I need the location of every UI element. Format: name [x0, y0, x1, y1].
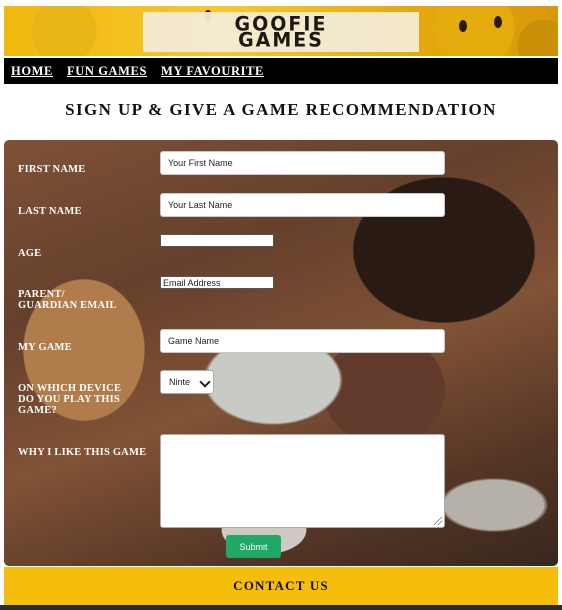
logo-line-2: GAMES	[238, 28, 324, 52]
nav-fun-games-link[interactable]: FUN GAMES	[67, 64, 147, 79]
email-label-line-1: PARENT/	[18, 289, 65, 300]
device-label-line-1: ON WHICH DEVICE	[18, 383, 122, 394]
main-nav: HOME FUN GAMES MY FAVOURITE	[4, 58, 558, 84]
age-label: AGE	[18, 248, 42, 259]
game-name-field[interactable]: Game Name	[160, 329, 445, 353]
contact-us-footer[interactable]: CONTACT US	[4, 567, 558, 605]
banner-decor	[459, 20, 467, 32]
first-name-field[interactable]: Your First Name	[160, 151, 445, 175]
nav-my-favourite-link[interactable]: MY FAVOURITE	[161, 64, 264, 79]
nav-home-link[interactable]: HOME	[11, 64, 53, 79]
device-selected-value: Ninte	[169, 377, 191, 387]
device-label-line-3: GAME?	[18, 405, 57, 416]
signup-form: FIRST NAME Your First Name LAST NAME You…	[4, 140, 558, 566]
banner-decor	[494, 16, 502, 28]
resize-grip-icon[interactable]	[434, 517, 442, 525]
header-banner: GOOFIE GAMES	[4, 6, 558, 56]
submit-button[interactable]: Submit	[226, 535, 281, 558]
email-label-line-2: GUARDIAN EMAIL	[18, 300, 117, 311]
device-label-line-2: DO YOU PLAY THIS	[18, 394, 120, 405]
last-name-placeholder: Your Last Name	[168, 200, 233, 210]
site-logo[interactable]: GOOFIE GAMES	[143, 12, 419, 52]
why-label: WHY I LIKE THIS GAME	[18, 447, 147, 458]
chevron-down-icon	[199, 376, 211, 388]
last-name-label: LAST NAME	[18, 206, 82, 217]
first-name-placeholder: Your First Name	[168, 158, 233, 168]
footer-label: CONTACT US	[233, 578, 329, 593]
last-name-field[interactable]: Your Last Name	[160, 193, 445, 217]
first-name-label: FIRST NAME	[18, 164, 86, 175]
why-textarea[interactable]	[160, 434, 445, 528]
game-name-placeholder: Game Name	[168, 336, 220, 346]
email-field[interactable]: Email Address	[160, 276, 274, 289]
my-game-label: MY GAME	[18, 342, 72, 353]
email-placeholder: Email Address	[163, 277, 221, 288]
device-select[interactable]: Ninte	[160, 370, 214, 394]
page-title: SIGN UP & GIVE A GAME RECOMMENDATION	[65, 100, 497, 119]
age-field[interactable]	[160, 234, 274, 247]
window-bottom-edge	[0, 605, 562, 610]
